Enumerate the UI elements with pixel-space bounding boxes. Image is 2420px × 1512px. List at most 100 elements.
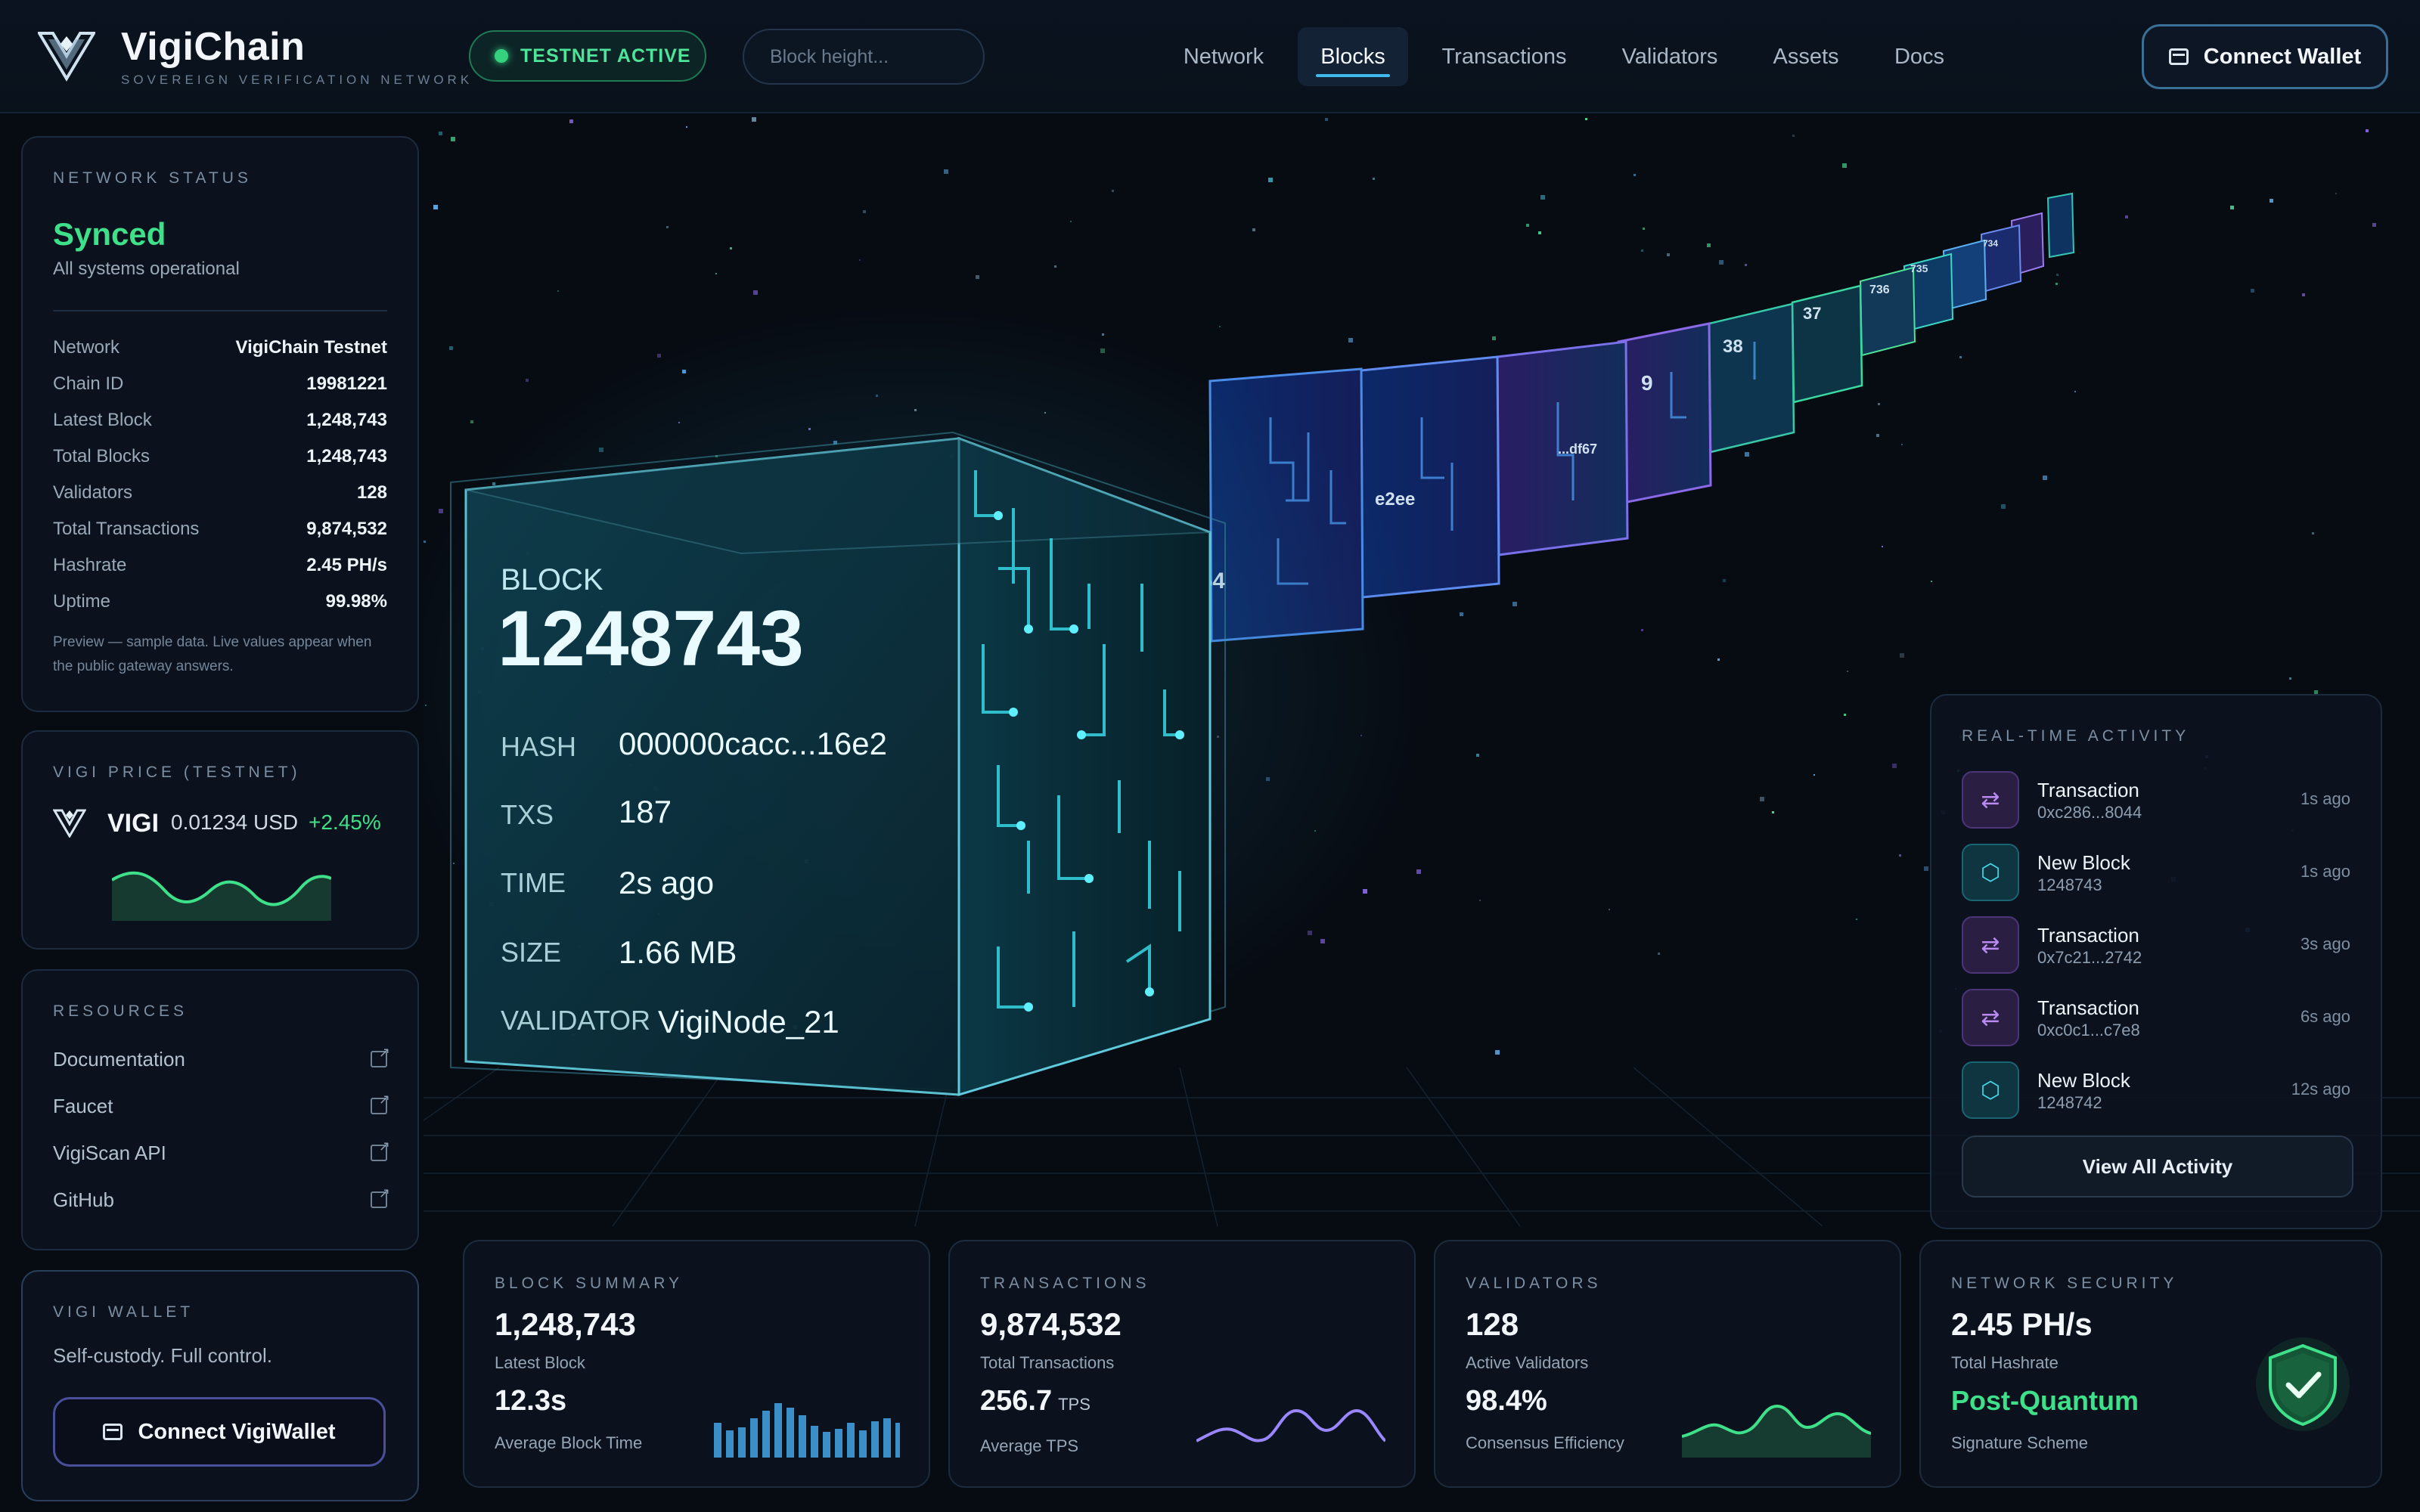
connect-wallet-button[interactable]: Connect Wallet xyxy=(2142,24,2388,89)
activity-item[interactable]: ⇄ Transaction 0x7c21...2742 3s ago xyxy=(1962,913,2350,978)
view-all-activity-button[interactable]: View All Activity xyxy=(1962,1136,2353,1198)
testnet-label: TESTNET ACTIVE xyxy=(520,45,691,67)
resource-link-github[interactable]: GitHub xyxy=(53,1182,390,1217)
block-height-search-input[interactable] xyxy=(743,29,985,85)
resource-link-documentation[interactable]: Documentation xyxy=(53,1042,390,1077)
activity-item-title: New Block xyxy=(2037,1069,2130,1092)
avg-tps-value: 256.7 TPS xyxy=(980,1385,1091,1418)
star-particle xyxy=(1585,118,1587,120)
star-particle xyxy=(863,210,866,213)
stat-value: 9,874,532 xyxy=(306,519,387,539)
star-particle xyxy=(526,379,529,382)
activity-item[interactable]: ⇄ Transaction 0xc286...8044 1s ago xyxy=(1962,768,2350,833)
resource-label: GitHub xyxy=(53,1188,114,1211)
nav-assets[interactable]: Assets xyxy=(1756,27,1856,86)
star-particle xyxy=(1719,260,1723,265)
external-link-icon xyxy=(371,1092,390,1114)
star-particle xyxy=(1634,174,1636,176)
star-particle xyxy=(433,205,438,209)
activity-item[interactable]: ⬡ New Block 1248742 12s ago xyxy=(1962,1058,2350,1123)
stat-row-hashrate: Hashrate 2.45 PH/s xyxy=(53,550,387,581)
star-particle xyxy=(2312,532,2314,534)
nav-network[interactable]: Network xyxy=(1163,27,1284,86)
stat-value: 19981221 xyxy=(306,373,387,394)
stat-value: 2.45 PH/s xyxy=(306,555,387,575)
validators-title: VALIDATORS xyxy=(1466,1275,1602,1292)
active-validators-value: 128 xyxy=(1466,1306,1519,1342)
nav-blocks-label: Blocks xyxy=(1320,44,1385,69)
nav-network-label: Network xyxy=(1183,44,1264,69)
star-particle xyxy=(1512,602,1517,606)
wallet-icon xyxy=(2168,48,2189,65)
network-status-title: NETWORK STATUS xyxy=(53,169,252,187)
star-particle xyxy=(1054,265,1056,268)
external-link-icon xyxy=(371,1185,390,1208)
star-particle xyxy=(1745,452,1749,457)
cube-icon: ⬡ xyxy=(1962,1061,2019,1119)
activity-item[interactable]: ⬡ New Block 1248743 1s ago xyxy=(1962,841,2350,906)
activity-item[interactable]: ⇄ Transaction 0xc0c1...c7e8 6s ago xyxy=(1962,986,2350,1051)
star-particle xyxy=(1476,754,1479,757)
resource-link-faucet[interactable]: Faucet xyxy=(53,1089,390,1123)
star-particle xyxy=(2251,289,2254,293)
current-block-cube[interactable]: BLOCK 1248743 HASH 000000cacc...16e2 TXS… xyxy=(450,431,1226,1097)
transfer-arrows-icon: ⇄ xyxy=(1962,916,2019,974)
preview-note: Preview — sample data. Live values appea… xyxy=(53,634,372,674)
wallet-icon xyxy=(103,1424,123,1440)
wallet-title: VIGI WALLET xyxy=(53,1303,194,1321)
star-particle xyxy=(666,226,669,228)
resource-label: Documentation xyxy=(53,1047,185,1070)
star-particle xyxy=(1609,909,1610,910)
star-particle xyxy=(1320,939,1325,943)
star-particle xyxy=(1723,579,1726,582)
star-particle xyxy=(1792,135,1795,137)
latest-block-label: Latest Block xyxy=(495,1353,585,1372)
star-particle xyxy=(2366,129,2369,132)
activity-item-time: 1s ago xyxy=(2300,789,2350,808)
star-particle xyxy=(1526,224,1529,227)
wallet-subtitle: Self-custody. Full control. xyxy=(53,1344,272,1367)
brand-name[interactable]: VigiChain xyxy=(121,24,305,70)
price-symbol: VIGI xyxy=(107,809,160,838)
star-particle xyxy=(1641,249,1643,252)
block-time-bar-chart xyxy=(714,1403,900,1458)
star-particle xyxy=(1899,854,1901,857)
total-transactions-label: Total Transactions xyxy=(980,1353,1115,1372)
stat-key: Uptime xyxy=(53,591,111,612)
chain-label-736: 736 xyxy=(1869,284,1890,296)
activity-item-hash: 0x7c21...2742 xyxy=(2037,948,2142,967)
vigichain-logo-icon[interactable] xyxy=(38,29,95,82)
nav-assets-label: Assets xyxy=(1773,44,1839,69)
active-validators-label: Active Validators xyxy=(1466,1353,1589,1372)
star-particle xyxy=(2372,223,2376,227)
star-particle xyxy=(1901,444,1903,445)
nav-docs[interactable]: Docs xyxy=(1877,27,1962,86)
nav-validators-label: Validators xyxy=(1621,44,1718,69)
resource-label: Faucet xyxy=(53,1094,113,1117)
nav-transactions[interactable]: Transactions xyxy=(1422,27,1587,86)
star-particle xyxy=(1416,869,1421,874)
stat-key: Hashrate xyxy=(53,555,127,575)
star-particle xyxy=(2289,677,2291,680)
star-particle xyxy=(2001,504,2006,509)
star-particle xyxy=(2230,206,2234,209)
star-particle xyxy=(1641,629,1643,631)
consensus-efficiency-value: 98.4% xyxy=(1466,1385,1547,1417)
star-particle xyxy=(752,117,756,122)
nav-docs-label: Docs xyxy=(1894,44,1945,69)
avg-block-time-value: 12.3s xyxy=(495,1385,567,1417)
price-title: VIGI PRICE (TESTNET) xyxy=(53,764,301,781)
chain-label-734: 734 xyxy=(1983,238,1998,249)
stat-row-uptime: Uptime 99.98% xyxy=(53,587,387,617)
star-particle xyxy=(1876,434,1879,437)
resource-link-vigiscan-api[interactable]: VigiScan API xyxy=(53,1136,390,1170)
star-particle xyxy=(1540,195,1545,200)
brand-tagline: SOVEREIGN VERIFICATION NETWORK xyxy=(121,73,473,87)
nav-validators[interactable]: Validators xyxy=(1602,27,1738,86)
nav-blocks[interactable]: Blocks xyxy=(1298,27,1408,86)
star-particle xyxy=(449,346,453,350)
avg-tps-label: Average TPS xyxy=(980,1436,1079,1455)
connect-vigiwallet-button[interactable]: Connect VigiWallet xyxy=(53,1397,386,1467)
star-particle xyxy=(730,247,732,249)
star-particle xyxy=(2302,293,2305,296)
